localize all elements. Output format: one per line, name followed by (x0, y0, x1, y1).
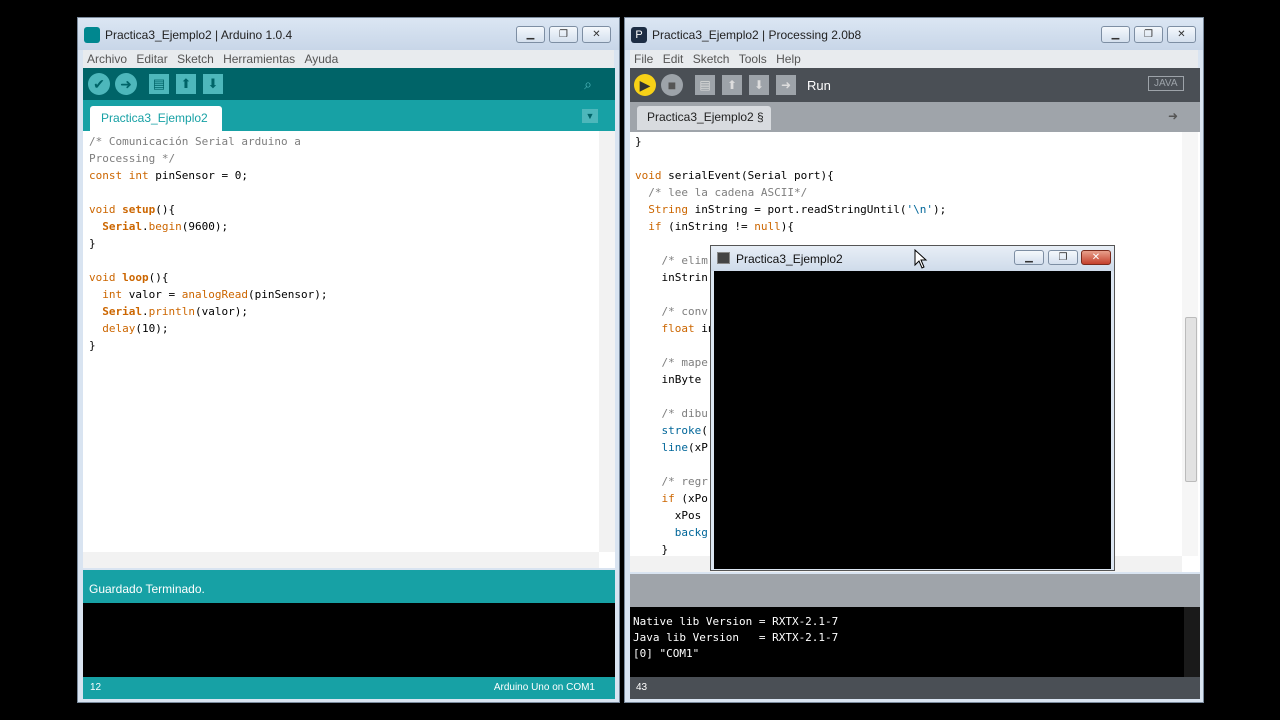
run-button[interactable]: ▶ (634, 74, 656, 96)
mode-selector[interactable]: JAVA (1148, 76, 1184, 91)
close-button[interactable]: ✕ (1167, 26, 1196, 43)
sketch-window[interactable]: Practica3_Ejemplo2 ▁ ❐ ✕ (710, 245, 1115, 571)
sketch-titlebar[interactable]: Practica3_Ejemplo2 ▁ ❐ ✕ (711, 246, 1114, 271)
open-button[interactable]: ⬆ (722, 75, 742, 95)
processing-menubar: File Edit Sketch Tools Help (630, 50, 1198, 68)
processing-footer: 43 (630, 677, 1200, 699)
processing-status-bar (630, 574, 1200, 607)
upload-button[interactable]: ➜ (115, 73, 137, 95)
menu-archivo[interactable]: Archivo (87, 50, 127, 68)
close-button[interactable]: ✕ (582, 26, 611, 43)
processing-toolbar (630, 68, 1200, 102)
arduino-status-bar: Guardado Terminado. (83, 570, 615, 603)
processing-line-number: 43 (636, 682, 648, 693)
run-label: Run (807, 78, 831, 93)
processing-titlebar[interactable]: P Practica3_Ejemplo2 | Processing 2.0b8 … (625, 18, 1203, 50)
arduino-code: /* Comunicación Serial arduino a Process… (89, 135, 328, 352)
menu-ayuda[interactable]: Ayuda (304, 50, 338, 68)
processing-tab-label: Practica3_Ejemplo2 § (647, 110, 764, 124)
save-button[interactable]: ⬇ (749, 75, 769, 95)
arduino-line-number: 12 (90, 682, 102, 693)
maximize-button[interactable]: ❐ (1048, 250, 1078, 265)
arduino-status-text: Guardado Terminado. (89, 582, 205, 596)
processing-vscrollbar[interactable] (1182, 132, 1198, 556)
maximize-button[interactable]: ❐ (549, 26, 578, 43)
sketch-canvas[interactable] (714, 271, 1111, 569)
arduino-logo-icon (84, 27, 100, 43)
tab-menu-icon[interactable]: ▼ (582, 109, 598, 123)
new-button[interactable]: ▤ (149, 74, 169, 94)
menu-herramientas[interactable]: Herramientas (223, 50, 295, 68)
mode-label: JAVA (1154, 78, 1178, 89)
console-vscrollbar[interactable] (1184, 607, 1200, 677)
menu-sketch[interactable]: Sketch (177, 50, 214, 68)
arduino-vscrollbar[interactable] (599, 131, 615, 552)
maximize-button[interactable]: ❐ (1134, 26, 1163, 43)
processing-vscroll-thumb[interactable] (1185, 317, 1197, 482)
new-button[interactable]: ▤ (695, 75, 715, 95)
save-button[interactable]: ⬇ (203, 74, 223, 94)
processing-logo-icon: P (631, 27, 647, 43)
arduino-footer: 12 Arduino Uno on COM1 (83, 677, 615, 699)
minimize-button[interactable]: ▁ (1014, 250, 1044, 265)
export-button[interactable]: ➜ (776, 75, 796, 95)
menu-sketch[interactable]: Sketch (693, 50, 730, 68)
console-line: [0] "COM1" (633, 647, 700, 660)
serial-monitor-icon[interactable]: ⌕ (577, 73, 599, 95)
menu-file[interactable]: File (634, 50, 653, 68)
sketch-window-title: Practica3_Ejemplo2 (736, 252, 843, 266)
console-line: Native lib Version = RXTX-2.1-7 (633, 615, 839, 628)
arduino-hscrollbar[interactable] (83, 552, 599, 568)
arduino-window: Practica3_Ejemplo2 | Arduino 1.0.4 ▁ ❐ ✕… (77, 17, 620, 703)
menu-editar[interactable]: Editar (136, 50, 167, 68)
minimize-button[interactable]: ▁ (1101, 26, 1130, 43)
close-button[interactable]: ✕ (1081, 250, 1111, 265)
open-button[interactable]: ⬆ (176, 74, 196, 94)
processing-console: Native lib Version = RXTX-2.1-7 Java lib… (630, 607, 1200, 677)
arduino-menubar: Archivo Editar Sketch Herramientas Ayuda (83, 50, 614, 68)
arduino-tab-label: Practica3_Ejemplo2 (101, 111, 208, 125)
verify-button[interactable]: ✔ (88, 73, 110, 95)
arduino-tab[interactable]: Practica3_Ejemplo2 (90, 106, 222, 131)
processing-tab[interactable]: Practica3_Ejemplo2 § (637, 106, 771, 130)
menu-tools[interactable]: Tools (739, 50, 767, 68)
tab-arrow-icon[interactable]: ➜ (1168, 109, 1178, 123)
menu-edit[interactable]: Edit (663, 50, 684, 68)
console-line: Java lib Version = RXTX-2.1-7 (633, 631, 839, 644)
arduino-console (83, 603, 615, 677)
arduino-window-title: Practica3_Ejemplo2 | Arduino 1.0.4 (105, 28, 293, 42)
menu-help[interactable]: Help (776, 50, 801, 68)
arduino-titlebar[interactable]: Practica3_Ejemplo2 | Arduino 1.0.4 ▁ ❐ ✕ (78, 18, 619, 50)
stop-button[interactable]: ■ (661, 74, 683, 96)
arduino-editor[interactable]: /* Comunicación Serial arduino a Process… (83, 131, 615, 568)
arduino-board-label: Arduino Uno on COM1 (493, 682, 595, 693)
processing-window-title: Practica3_Ejemplo2 | Processing 2.0b8 (652, 28, 862, 42)
java-app-icon (717, 252, 730, 264)
minimize-button[interactable]: ▁ (516, 26, 545, 43)
